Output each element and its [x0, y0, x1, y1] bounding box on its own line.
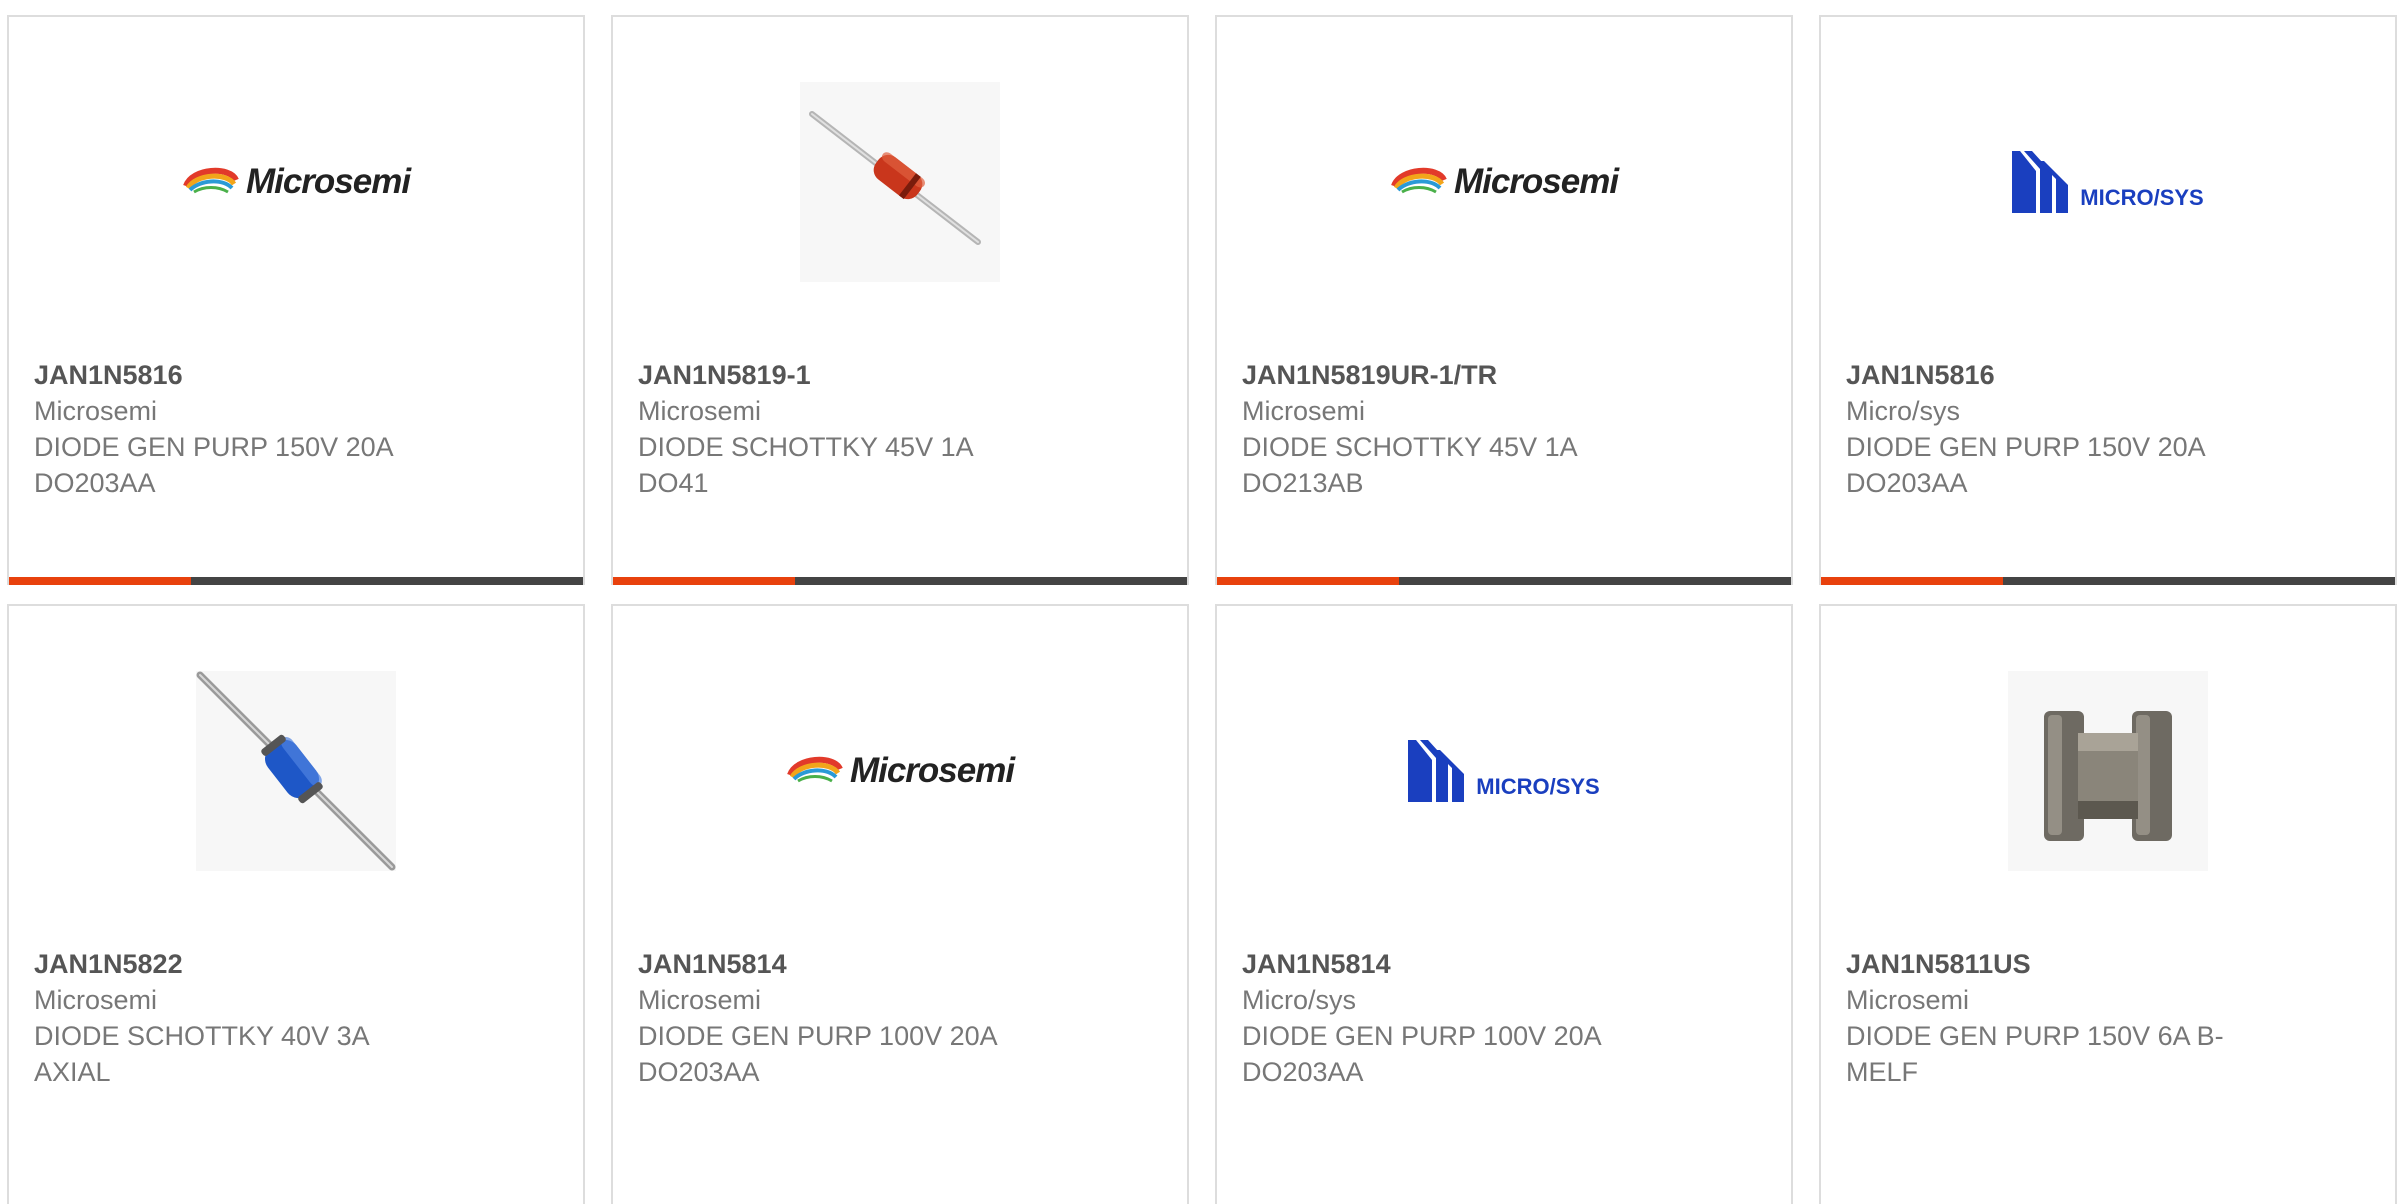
product-image[interactable]	[1821, 668, 2395, 873]
card-accent-bar	[1821, 577, 2395, 585]
product-image[interactable]	[9, 668, 583, 873]
product-info: JAN1N5814 Microsemi DIODE GEN PURP 100V …	[638, 946, 1158, 1090]
product-info: JAN1N5819-1 Microsemi DIODE SCHOTTKY 45V…	[638, 357, 1158, 501]
manufacturer-name: Microsemi	[34, 396, 158, 426]
part-number-link[interactable]: JAN1N5814	[638, 946, 1158, 982]
product-card[interactable]: MICRO/SYS JAN1N5814 Micro/sys DIODE GEN …	[1215, 604, 1793, 1204]
part-number-link[interactable]: JAN1N5819-1	[638, 357, 1158, 393]
product-info: JAN1N5822 Microsemi DIODE SCHOTTKY 40V 3…	[34, 946, 554, 1090]
manufacturer-name: Micro/sys	[1242, 985, 1356, 1015]
product-image[interactable]: Microsemi	[9, 79, 583, 284]
product-info: JAN1N5811US Microsemi DIODE GEN PURP 150…	[1846, 946, 2366, 1090]
microsemi-logo-icon: Microsemi	[182, 162, 411, 202]
product-image[interactable]: Microsemi	[1217, 79, 1791, 284]
microsys-logo-icon: MICRO/SYS	[2012, 150, 2204, 213]
product-description: DIODE SCHOTTKY 45V 1A DO41	[638, 432, 973, 498]
product-info: JAN1N5816 Micro/sys DIODE GEN PURP 150V …	[1846, 357, 2366, 501]
part-number-link[interactable]: JAN1N5814	[1242, 946, 1762, 982]
part-number-link[interactable]: JAN1N5816	[1846, 357, 2366, 393]
card-accent-bar	[9, 577, 583, 585]
axial-diode-red-icon	[800, 81, 1000, 282]
product-description: DIODE GEN PURP 150V 20A DO203AA	[1846, 432, 2205, 498]
manufacturer-name: Microsemi	[1846, 985, 1970, 1015]
card-accent-bar	[1217, 577, 1791, 585]
manufacturer-name: Microsemi	[1242, 396, 1366, 426]
melf-diode-icon	[2008, 670, 2208, 871]
product-grid: Microsemi JAN1N5816 Microsemi DIODE GEN …	[0, 0, 2400, 1204]
product-info: JAN1N5819UR-1/TR Microsemi DIODE SCHOTTK…	[1242, 357, 1762, 501]
product-info: JAN1N5814 Micro/sys DIODE GEN PURP 100V …	[1242, 946, 1762, 1090]
product-description: DIODE GEN PURP 100V 20A DO203AA	[1242, 1021, 1601, 1087]
product-info: JAN1N5816 Microsemi DIODE GEN PURP 150V …	[34, 357, 554, 501]
part-number-link[interactable]: JAN1N5819UR-1/TR	[1242, 357, 1762, 393]
product-image[interactable]	[613, 79, 1187, 284]
product-description: DIODE GEN PURP 100V 20A DO203AA	[638, 1021, 997, 1087]
product-card[interactable]: JAN1N5811US Microsemi DIODE GEN PURP 150…	[1819, 604, 2397, 1204]
product-image[interactable]: Microsemi	[613, 668, 1187, 873]
product-card[interactable]: JAN1N5819-1 Microsemi DIODE SCHOTTKY 45V…	[611, 15, 1189, 585]
axial-diode-blue-icon	[196, 670, 396, 871]
microsemi-logo-icon: Microsemi	[1390, 162, 1619, 202]
product-card[interactable]: Microsemi JAN1N5814 Microsemi DIODE GEN …	[611, 604, 1189, 1204]
part-number-link[interactable]: JAN1N5816	[34, 357, 554, 393]
manufacturer-name: Microsemi	[34, 985, 158, 1015]
manufacturer-name: Microsemi	[638, 396, 762, 426]
product-card[interactable]: Microsemi JAN1N5819UR-1/TR Microsemi DIO…	[1215, 15, 1793, 585]
product-card[interactable]: JAN1N5822 Microsemi DIODE SCHOTTKY 40V 3…	[7, 604, 585, 1204]
product-description: DIODE GEN PURP 150V 20A DO203AA	[34, 432, 393, 498]
card-accent-bar	[613, 577, 1187, 585]
product-card[interactable]: Microsemi JAN1N5816 Microsemi DIODE GEN …	[7, 15, 585, 585]
microsys-logo-icon: MICRO/SYS	[1408, 739, 1600, 802]
manufacturer-name: Micro/sys	[1846, 396, 1960, 426]
microsemi-logo-icon: Microsemi	[786, 751, 1015, 791]
product-description: DIODE SCHOTTKY 40V 3A AXIAL	[34, 1021, 369, 1087]
product-image[interactable]: MICRO/SYS	[1217, 668, 1791, 873]
product-description: DIODE SCHOTTKY 45V 1A DO213AB	[1242, 432, 1577, 498]
part-number-link[interactable]: JAN1N5811US	[1846, 946, 2366, 982]
product-description: DIODE GEN PURP 150V 6A B-MELF	[1846, 1021, 2224, 1087]
product-card[interactable]: MICRO/SYS JAN1N5816 Micro/sys DIODE GEN …	[1819, 15, 2397, 585]
product-image[interactable]: MICRO/SYS	[1821, 79, 2395, 284]
part-number-link[interactable]: JAN1N5822	[34, 946, 554, 982]
manufacturer-name: Microsemi	[638, 985, 762, 1015]
